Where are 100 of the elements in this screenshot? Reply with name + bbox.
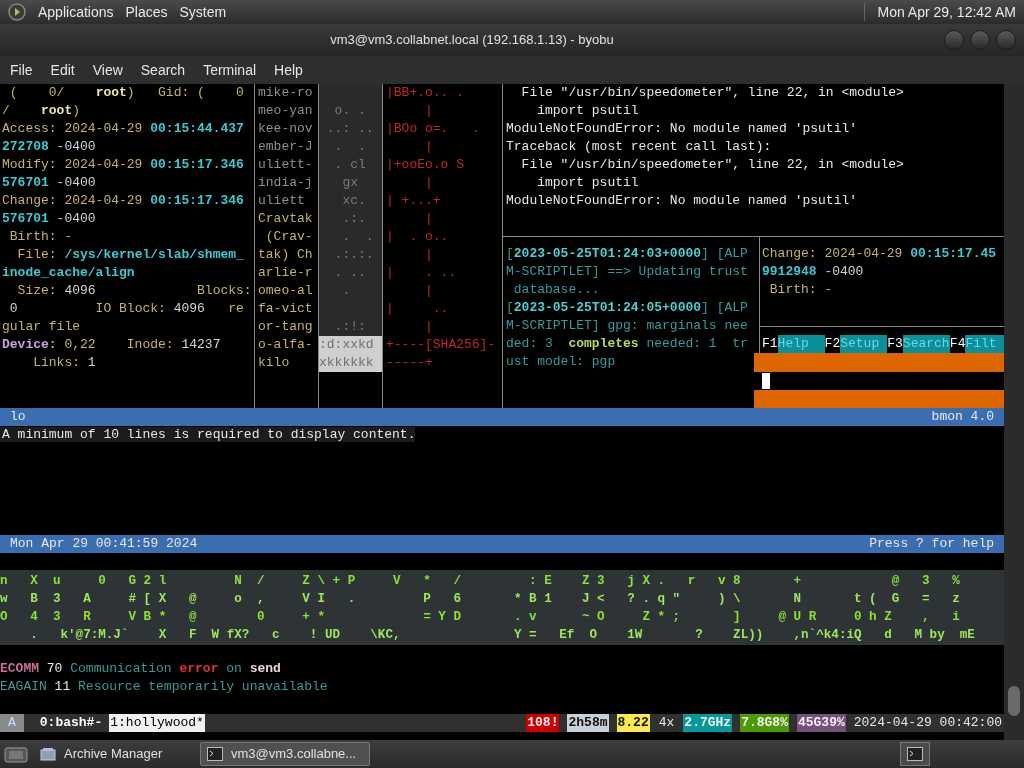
terminal-line: inode_cache/align [2,265,135,280]
window-tab[interactable]: 0:bash#- [39,714,110,732]
terminal-line: o-alfa- [258,337,313,352]
terminal-line: 576701 -0400 [2,211,96,226]
terminal-line: [2023-05-25T01:24:03+0000] [ALP [506,246,748,261]
terminal-icon [907,747,923,761]
terminal-line: Links: 1 [32,355,96,370]
window-title: vm3@vm3.collabnet.local (192.168.1.13) - byobu [330,31,614,50]
menu-item[interactable]: Terminal [203,59,257,81]
terminal-line: | .. [386,301,449,316]
menu-item[interactable]: Help [274,59,303,81]
terminal-line: / root) [2,103,81,118]
terminal-line: o. . [333,102,367,120]
status-message: A minimum of 10 lines is required to display content. [0,427,416,442]
terminal-line: File "/usr/bin/speedometer", line 22, in <module> [520,85,904,100]
matrix-row: w B 3 A # [ X @ o , V I . P 6 * B 1 J < ? . q " ) \ N t ( G = z [0,592,960,606]
terminal-line: ModuleNotFoundError: No module named 'psutil' [506,193,858,208]
minimize-button[interactable] [944,30,964,50]
menu-item[interactable]: Search [140,59,186,81]
terminal-line: . . [333,138,367,156]
terminal-line: Birth: - [8,229,73,244]
terminal-line: File "/usr/bin/speedometer", line 22, in <module> [520,157,904,172]
terminal-line: | [424,139,433,154]
window-tab[interactable]: 1:hollywood* [109,714,205,732]
menu-item[interactable]: Edit [50,59,75,81]
terminal-line: . [341,282,352,300]
function-key: F1 [762,335,778,353]
terminal-line: . . [341,228,375,246]
terminal-line: (Crav- [264,229,313,244]
archive-icon [40,746,56,762]
function-key: F4 [949,335,966,353]
status-indicator: 8.22 [616,714,650,732]
status-indicator: 4x [657,714,676,732]
desktop-icon[interactable] [4,745,28,763]
terminal-line: Access: 2024-04-29 00:15:44.437 [2,121,244,136]
terminal-line: ded: 3 completes needed: 1 tr [506,336,748,351]
terminal-line: 576701 -0400 [2,175,96,190]
terminal-line: .:. [341,210,367,228]
close-button[interactable] [996,30,1016,50]
terminal-line: arlie-r [258,265,313,280]
session-label: A [0,714,24,732]
terminal-line: | +...+ [386,193,441,208]
terminal-line: . .. [333,264,367,282]
terminal-icon [207,747,223,761]
workspace-button[interactable] [900,742,930,766]
status-indicator: 7.8G8% [740,714,789,732]
terminal-line: xc. [341,192,367,210]
terminal-line: Traceback (most recent call last): [506,139,772,154]
terminal-line: gular file [2,319,80,334]
terminal-line: EAGAIN 11 Resource temporarily unavailable [0,679,328,694]
terminal-line: | [424,247,433,262]
taskbar-button[interactable]: vm3@vm3.collabne... [200,742,370,766]
status-indicator: 108! [526,714,560,732]
terminal-line: Change: 2024-04-29 00:15:17.45 [762,246,997,261]
terminal-line: .:.:. [333,246,375,264]
terminal-line: [2023-05-25T01:24:05+0000] [ALP [506,300,748,315]
date-label: Mon Apr 29 00:41:59 2024 [10,535,198,553]
terminal-line: 272708 -0400 [2,139,96,154]
scrollbar-thumb[interactable] [1008,686,1020,716]
terminal-line: | . o.. [386,229,449,244]
terminal-line: | [424,283,433,298]
matrix-row-text: . k'@7:M.J` X F W fX? c ! UD \KC, Y = Ef O 1W ? ZL)) ,n`^k4:iQ d M by mE [29,628,975,642]
terminal-line: M-SCRIPTLET] gpg: marginals nee [506,318,748,333]
terminal-line: kee-nov [258,121,313,136]
scrollbar[interactable] [1004,84,1024,740]
terminal-line: | . .. [386,265,457,280]
panel-menu[interactable]: Places [125,1,168,23]
terminal-line: Change: 2024-04-29 00:15:17.346 [2,193,244,208]
menu-item[interactable]: File [10,59,33,81]
terminal-line: or-tang [258,319,313,334]
terminal-line: -----+ [386,355,433,370]
terminal-line: |BB+.o.. . [386,85,464,100]
terminal-line: ModuleNotFoundError: No module named 'psutil' [506,121,858,136]
matrix-row: O 4 3 R V B * @ 0 + * = Y D . v ~ O Z * ; ] @ U R 0 h Z , i [0,610,960,624]
function-key: F3 [887,335,903,353]
panel-menu[interactable]: System [179,1,227,23]
terminal-line: uliett [258,193,305,208]
status-indicator: 2h58m [567,714,609,732]
maximize-button[interactable] [970,30,990,50]
terminal-line: Modify: 2024-04-29 00:15:17.346 [2,157,244,172]
terminal-line: ust model: pgp [506,354,616,369]
terminal-line: import psutil [536,175,639,190]
terminal-line: |BOo o=. . [386,121,480,136]
menu-item[interactable]: View [92,59,123,81]
terminal-line: 0 IO Block: 4096 re [8,301,244,316]
panel-clock[interactable]: Mon Apr 29, 12:42 AM [877,1,1016,23]
terminal-line: ECOMM 70 Communication error on send [0,661,281,676]
terminal-line: meo-yan [258,103,313,118]
panel-menu[interactable]: Applications [38,1,114,23]
terminal-line: tak) Ch [258,247,313,262]
terminal-line: ember-J [258,139,313,154]
terminal-line: | [424,211,433,226]
terminal-line: 9912948 -0400 [762,264,864,279]
terminal-line: india-j [258,175,313,190]
terminal-line: Birth: - [768,282,833,297]
terminal-line: .:!: [333,318,367,336]
terminal-line: gx [341,174,359,192]
terminal-line: import psutil [536,103,639,118]
taskbar-button[interactable]: Archive Manager [34,742,194,766]
text-cursor [762,372,770,389]
